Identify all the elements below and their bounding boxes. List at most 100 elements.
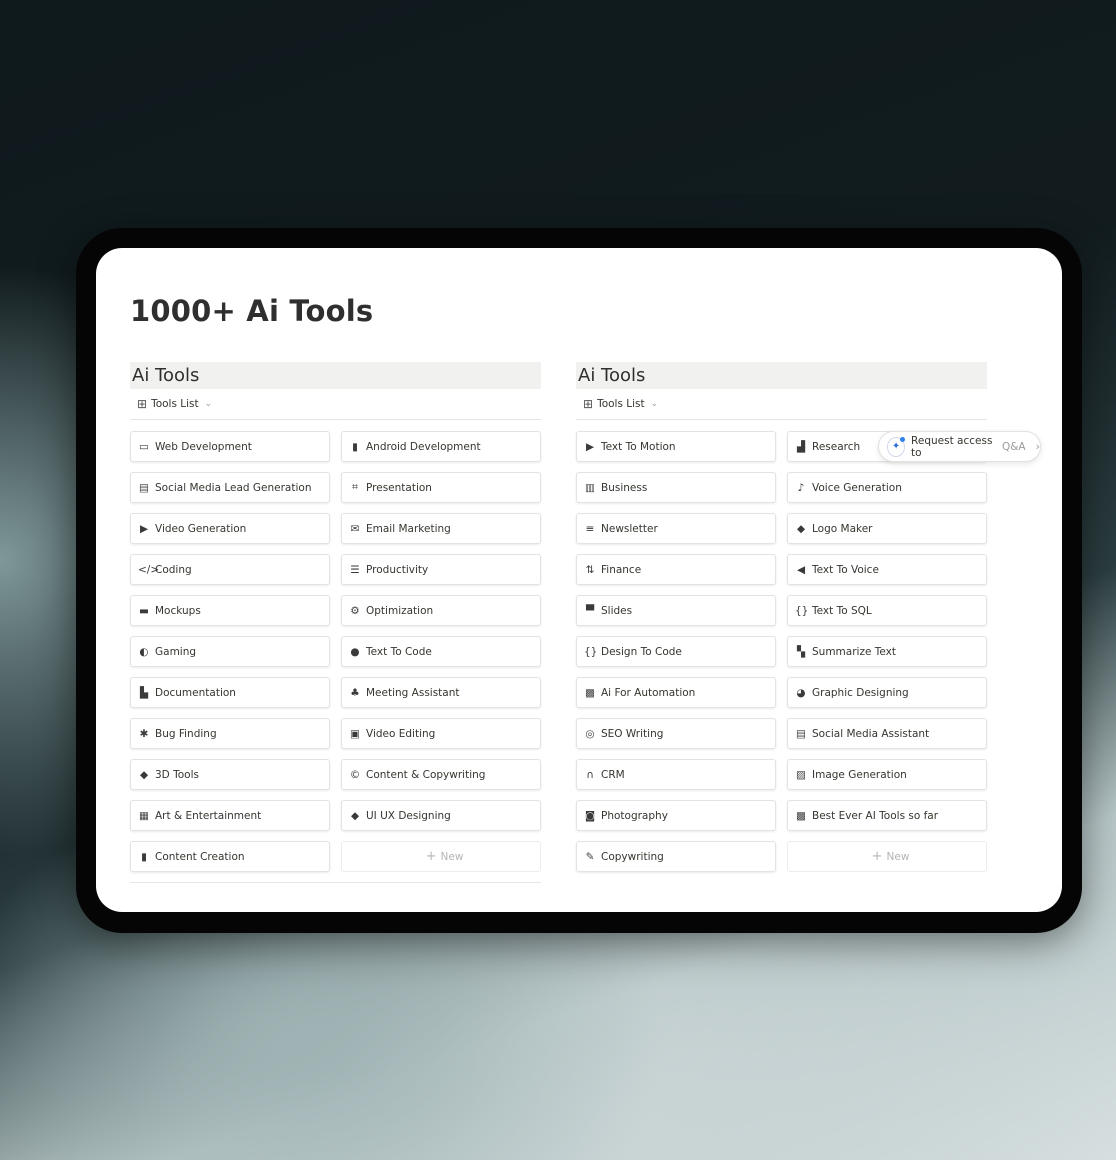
gallery-card[interactable]: ◆ Logo Maker bbox=[787, 513, 987, 544]
view-label: Tools List bbox=[597, 398, 645, 410]
gallery-card[interactable]: ▮ Content Creation bbox=[130, 841, 330, 872]
card-label: UI UX Designing bbox=[366, 809, 451, 822]
gallery-card[interactable]: ∩ CRM bbox=[576, 759, 776, 790]
gallery-card[interactable]: {} Text To SQL bbox=[787, 595, 987, 626]
gallery-card[interactable]: ▭ Web Development bbox=[130, 431, 330, 462]
phone-icon: ▮ bbox=[352, 440, 358, 453]
card-label: Art & Entertainment bbox=[155, 809, 262, 822]
play-circle-icon: ▶ bbox=[139, 522, 149, 535]
card-label: Photography bbox=[601, 809, 668, 822]
gallery-card[interactable]: ◙ Photography bbox=[576, 800, 776, 831]
new-card-button[interactable]: + New bbox=[341, 841, 541, 872]
envelope-icon: ✉ bbox=[350, 522, 360, 535]
card-label: Research bbox=[812, 440, 861, 453]
gallery-card[interactable]: ▚ Summarize Text bbox=[787, 636, 987, 667]
card-label: Documentation bbox=[155, 686, 236, 699]
request-qa-button[interactable]: ✦ Request access to Q&A › bbox=[878, 431, 1041, 462]
divider bbox=[130, 882, 541, 883]
gallery-card[interactable]: © Content & Copywriting bbox=[341, 759, 541, 790]
card-label: Coding bbox=[155, 563, 192, 576]
card-label: Video Editing bbox=[366, 727, 436, 740]
document-icon: ▙ bbox=[139, 686, 149, 699]
card-label: Image Generation bbox=[812, 768, 907, 781]
film-icon: ▦ bbox=[139, 809, 149, 822]
gallery-card[interactable]: ▶ Video Generation bbox=[130, 513, 330, 544]
gallery-card[interactable]: ● Text To Code bbox=[341, 636, 541, 667]
database-title[interactable]: Ai Tools bbox=[576, 362, 987, 389]
shapes-icon: ◆ bbox=[139, 768, 149, 781]
card-label: Graphic Designing bbox=[812, 686, 909, 699]
plus-icon: + bbox=[425, 849, 437, 864]
gallery-card[interactable]: ◕ Graphic Designing bbox=[787, 677, 987, 708]
gallery-card[interactable]: ◎ SEO Writing bbox=[576, 718, 776, 749]
checklist-icon: ☰ bbox=[350, 563, 360, 576]
gallery-card[interactable]: ▩ Ai For Automation bbox=[576, 677, 776, 708]
card-label: Mockups bbox=[155, 604, 201, 617]
database-title[interactable]: Ai Tools bbox=[130, 362, 541, 389]
gallery-card[interactable]: ⇅ Finance bbox=[576, 554, 776, 585]
gallery-card[interactable]: ✱ Bug Finding bbox=[130, 718, 330, 749]
gallery-card[interactable]: {} Design To Code bbox=[576, 636, 776, 667]
card-label: Voice Generation bbox=[812, 481, 902, 494]
new-label: New bbox=[440, 850, 464, 863]
gallery-card[interactable]: ◐ Gaming bbox=[130, 636, 330, 667]
new-label: New bbox=[886, 850, 910, 863]
gallery-card[interactable]: ▣ Video Editing bbox=[341, 718, 541, 749]
gallery-card[interactable]: ▨ Image Generation bbox=[787, 759, 987, 790]
suitcase-icon: ▥ bbox=[585, 481, 595, 494]
gallery-card[interactable]: ♣ Meeting Assistant bbox=[341, 677, 541, 708]
laptop-icon: ▬ bbox=[139, 604, 149, 617]
gallery-card[interactable]: ▥ Business bbox=[576, 472, 776, 503]
new-card-button[interactable]: + New bbox=[787, 841, 987, 872]
card-label: Social Media Lead Generation bbox=[155, 481, 312, 494]
gallery-card[interactable]: ▀ Slides bbox=[576, 595, 776, 626]
gallery-card[interactable]: ▤ Social Media Assistant bbox=[787, 718, 987, 749]
card-label: Presentation bbox=[366, 481, 432, 494]
gallery-card[interactable]: ◆ 3D Tools bbox=[130, 759, 330, 790]
card-label: Android Development bbox=[366, 440, 481, 453]
target-icon: ◎ bbox=[585, 727, 595, 740]
gamepad-icon: ◐ bbox=[139, 645, 149, 658]
view-selector[interactable]: ⊞ Tools List ⌄ bbox=[576, 389, 987, 420]
gallery-card[interactable]: ▦ Art & Entertainment bbox=[130, 800, 330, 831]
gallery-card[interactable]: ▤ Social Media Lead Generation bbox=[130, 472, 330, 503]
qa-label-suffix: Q&A bbox=[1001, 440, 1026, 453]
gallery-card[interactable]: ▮ Android Development bbox=[341, 431, 541, 462]
pen-icon: ✎ bbox=[585, 850, 595, 863]
card-label: Text To SQL bbox=[812, 604, 872, 617]
speaker-icon: ◀ bbox=[796, 563, 806, 576]
palette-icon: ◕ bbox=[796, 686, 806, 699]
gallery-card[interactable]: ▙ Documentation bbox=[130, 677, 330, 708]
gallery-card[interactable]: ✎ Copywriting bbox=[576, 841, 776, 872]
people-group-icon: ♣ bbox=[350, 686, 360, 699]
gallery-card[interactable]: ▶ Text To Motion bbox=[576, 431, 776, 462]
card-label: Productivity bbox=[366, 563, 429, 576]
gallery-card[interactable]: ✉ Email Marketing bbox=[341, 513, 541, 544]
card-label: 3D Tools bbox=[155, 768, 199, 781]
card-label: Newsletter bbox=[601, 522, 658, 535]
gallery-card[interactable]: ♪ Voice Generation bbox=[787, 472, 987, 503]
video-frame-icon: ▣ bbox=[350, 727, 360, 740]
tablet-device-frame: 1000+ Ai Tools Ai Tools ⊞ Tools List ⌄ ▭… bbox=[76, 228, 1082, 933]
gallery-card[interactable]: ▩ Best Ever AI Tools so far bbox=[787, 800, 987, 831]
play-triangle-icon: ▶ bbox=[585, 440, 595, 453]
card-label: Content & Copywriting bbox=[366, 768, 486, 781]
gallery-card[interactable]: </> Coding bbox=[130, 554, 330, 585]
gallery-card[interactable]: ≡ Newsletter bbox=[576, 513, 776, 544]
presentation-frame-icon: ⌗ bbox=[352, 481, 358, 493]
gallery-card[interactable]: ☰ Productivity bbox=[341, 554, 541, 585]
view-selector[interactable]: ⊞ Tools List ⌄ bbox=[130, 389, 541, 420]
gallery-card[interactable]: ▬ Mockups bbox=[130, 595, 330, 626]
card-label: Ai For Automation bbox=[601, 686, 696, 699]
gallery-card[interactable]: ◆ UI UX Designing bbox=[341, 800, 541, 831]
gallery-card[interactable]: ⌗ Presentation bbox=[341, 472, 541, 503]
gallery-card[interactable]: ⚙ Optimization bbox=[341, 595, 541, 626]
shapes-icon: ◆ bbox=[350, 809, 360, 822]
card-label: Email Marketing bbox=[366, 522, 451, 535]
card-label: Text To Motion bbox=[601, 440, 676, 453]
layout-panel-icon: ▤ bbox=[139, 481, 149, 494]
shapes-icon: ◆ bbox=[796, 522, 806, 535]
image-icon: ▨ bbox=[796, 768, 806, 781]
card-label: Summarize Text bbox=[812, 645, 896, 658]
gallery-card[interactable]: ◀ Text To Voice bbox=[787, 554, 987, 585]
